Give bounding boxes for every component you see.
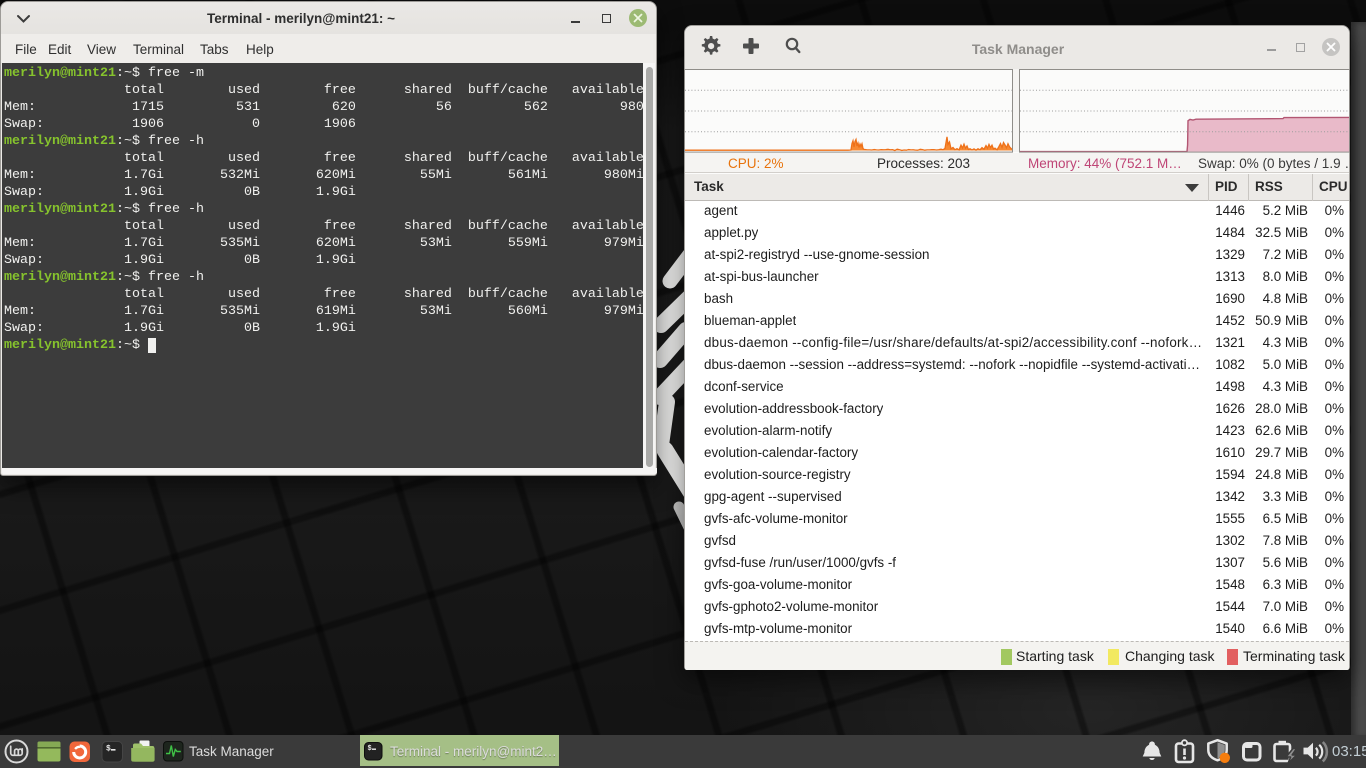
svg-text:$: $ — [106, 745, 111, 754]
svg-text:$: $ — [368, 745, 372, 753]
